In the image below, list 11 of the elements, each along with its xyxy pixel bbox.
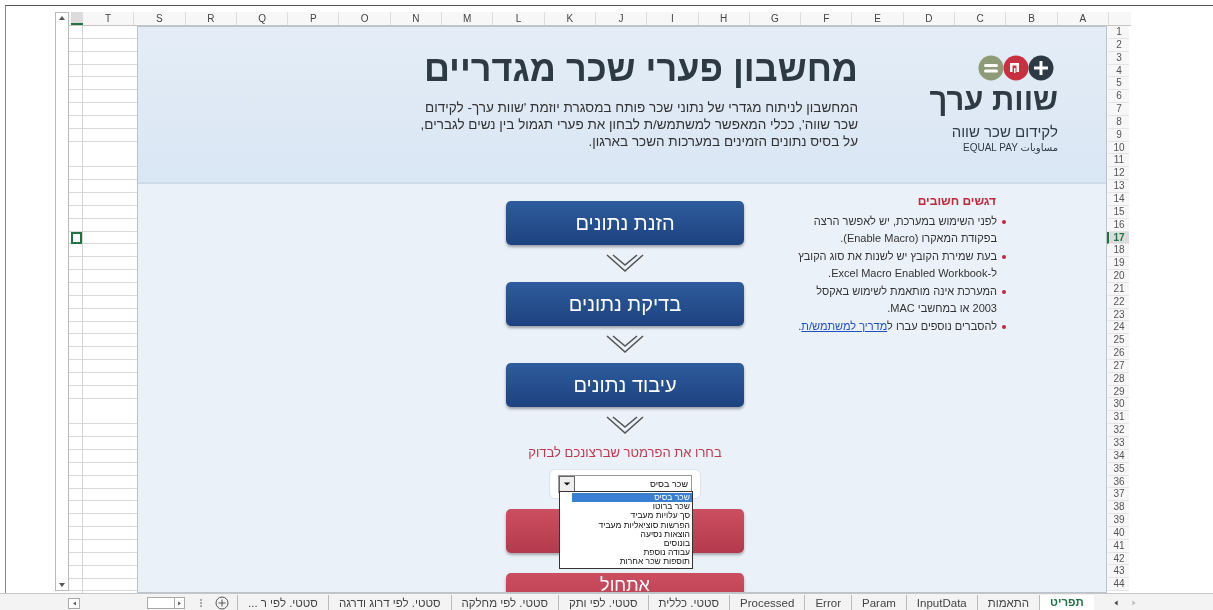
description-text: המחשבון לניתוח מגדרי של נתוני שכר פותח במסגרת יוזמת 'שוות ערך- לקידום שכר שווה', ככלי המאפשר למשתמש/ת לבחון את פערי תגמול בין נשים לגברים, על בסיס נתונים הזמינים במערכות השכר בארגון. xyxy=(420,99,858,150)
note-text: המערכת אינה מותאמת לשימוש באקסל 2003 או במחשבי MAC. xyxy=(815,284,997,316)
logo-name: שוות ערך xyxy=(929,83,1058,117)
page-title: מחשבון פערי שכר מגדריים xyxy=(422,47,858,91)
prompt-text: בחרו את הפרמטר שברצונכם לבדוק xyxy=(528,445,722,460)
note-text: לפני השימוש במערכת, יש לאפשר הרצה בפקודת המאקרו (Enable Macro). xyxy=(812,214,997,246)
logo-tagline: לקידום שכר שווה xyxy=(951,123,1058,141)
notes-heading: דגשים חשובים xyxy=(916,194,996,208)
note-text: להסברים נוספים עברו למדריך למשתמש/ת. xyxy=(798,319,997,334)
logo-subtitle: مساويات EQUAL PAY xyxy=(962,141,1058,155)
note-text: בעת שמירת הקובץ יש לשנות את סוג הקובץ ל-Excel Macro Enabled Workbook. xyxy=(797,249,997,281)
